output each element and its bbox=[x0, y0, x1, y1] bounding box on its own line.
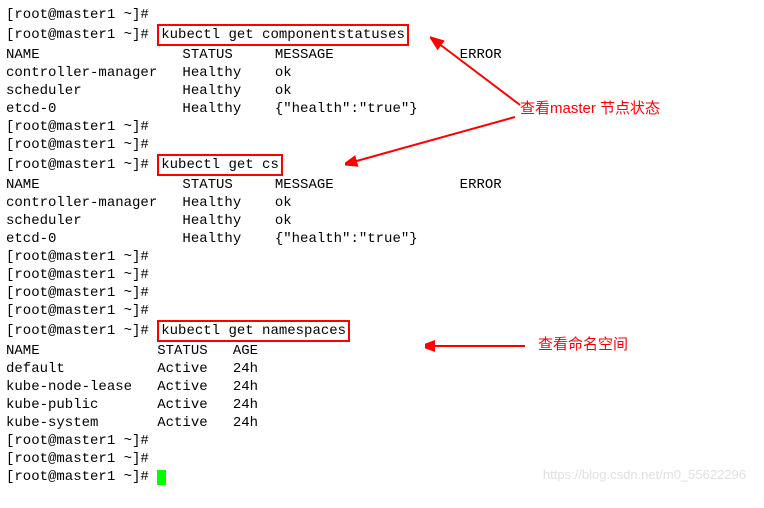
prompt-line: [root@master1 ~]# bbox=[6, 432, 758, 450]
prompt-line: [root@master1 ~]# bbox=[6, 450, 758, 468]
prompt-line: [root@master1 ~]# bbox=[6, 248, 758, 266]
prompt-line: [root@master1 ~]# bbox=[6, 6, 758, 24]
cursor-block bbox=[157, 470, 166, 485]
prompt-line: [root@master1 ~]# bbox=[6, 136, 758, 154]
prompt-line: [root@master1 ~]# bbox=[6, 266, 758, 284]
annotation-master-status: 查看master 节点状态 bbox=[520, 100, 660, 118]
ns-row: default Active 24h bbox=[6, 360, 758, 378]
ns-row: kube-system Active 24h bbox=[6, 414, 758, 432]
ns-row: kube-node-lease Active 24h bbox=[6, 378, 758, 396]
prompt-line: [root@master1 ~]# bbox=[6, 284, 758, 302]
cs-row: controller-manager Healthy ok bbox=[6, 64, 758, 82]
prompt-line: [root@master1 ~]# bbox=[6, 118, 758, 136]
cs-row: controller-manager Healthy ok bbox=[6, 194, 758, 212]
ns-row: kube-public Active 24h bbox=[6, 396, 758, 414]
highlight-cmd3: kubectl get namespaces bbox=[157, 320, 350, 342]
cs-row: scheduler Healthy ok bbox=[6, 82, 758, 100]
highlight-cmd2: kubectl get cs bbox=[157, 154, 283, 176]
cs-row: etcd-0 Healthy {"health":"true"} bbox=[6, 230, 758, 248]
cs-header: NAME STATUS MESSAGE ERROR bbox=[6, 46, 758, 64]
prompt-line-cmd1: [root@master1 ~]# kubectl get components… bbox=[6, 24, 758, 46]
prompt-line-cmd3: [root@master1 ~]# kubectl get namespaces bbox=[6, 320, 758, 342]
prompt-line-cmd2: [root@master1 ~]# kubectl get cs bbox=[6, 154, 758, 176]
ns-header: NAME STATUS AGE bbox=[6, 342, 758, 360]
prompt-line: [root@master1 ~]# bbox=[6, 302, 758, 320]
annotation-namespaces: 查看命名空间 bbox=[538, 336, 628, 354]
prompt-line-cursor: [root@master1 ~]# bbox=[6, 468, 758, 486]
highlight-cmd1: kubectl get componentstatuses bbox=[157, 24, 409, 46]
cs-header: NAME STATUS MESSAGE ERROR bbox=[6, 176, 758, 194]
cs-row: scheduler Healthy ok bbox=[6, 212, 758, 230]
